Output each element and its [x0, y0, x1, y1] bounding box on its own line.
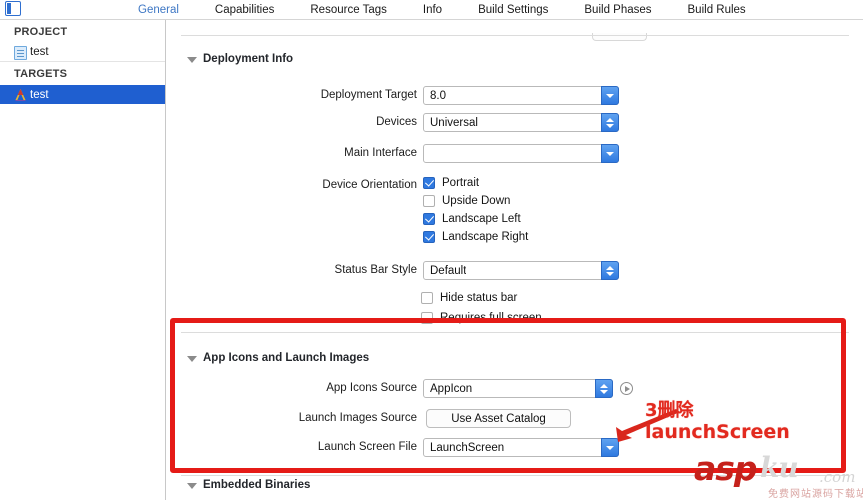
checkbox-label: Landscape Right	[442, 231, 529, 243]
label-devices: Devices	[376, 116, 417, 128]
tab-build-settings[interactable]: Build Settings	[460, 0, 566, 20]
deployment-target-field[interactable]: 8.0	[423, 86, 619, 105]
checkbox-upside-down[interactable]	[423, 195, 435, 207]
sidebar-item-target-test[interactable]: test	[0, 85, 165, 104]
label-main-interface: Main Interface	[344, 147, 417, 159]
watermark-brand-secondary: ku	[760, 451, 799, 484]
checkbox-label: Requires full screen	[440, 312, 542, 324]
chevron-down-icon[interactable]	[601, 144, 619, 163]
document-icon	[14, 46, 27, 60]
status-bar-style-value: Default	[430, 264, 467, 277]
app-target-icon	[14, 88, 27, 102]
checkbox-row-hide-status-bar[interactable]: Hide status bar	[421, 292, 517, 304]
watermark-subtitle: 免费网站源码下载站	[768, 489, 863, 500]
tab-build-phases[interactable]: Build Phases	[566, 0, 669, 20]
label-app-icons-source: App Icons Source	[326, 382, 417, 394]
launch-screen-file-value: LaunchScreen	[430, 441, 505, 454]
disclosure-triangle-deployment-info[interactable]	[187, 57, 197, 63]
section-title-app-icons: App Icons and Launch Images	[203, 352, 370, 364]
checkbox-portrait[interactable]	[423, 177, 435, 189]
main-interface-field[interactable]	[423, 144, 619, 163]
annotation-text-line1: 3删除	[645, 400, 694, 421]
label-launch-screen-file: Launch Screen File	[317, 441, 417, 453]
tab-general[interactable]: General	[120, 0, 197, 20]
app-icons-source-popup[interactable]: AppIcon	[423, 379, 613, 398]
checkbox-hide-status-bar[interactable]	[421, 292, 433, 304]
checkbox-landscape-right[interactable]	[423, 231, 435, 243]
sidebar-item-project-test[interactable]: test	[0, 43, 165, 62]
watermark-brand-primary: asp	[694, 449, 758, 488]
devices-popup[interactable]: Universal	[423, 113, 619, 132]
use-asset-catalog-button[interactable]: Use Asset Catalog	[426, 409, 571, 428]
label-launch-images-source: Launch Images Source	[298, 412, 417, 424]
sidebar-group-project: PROJECT	[14, 26, 68, 38]
checkbox-requires-full-screen[interactable]	[421, 312, 433, 324]
sidebar-group-targets: TARGETS	[14, 68, 68, 80]
annotation-text-line2: launchScreen	[645, 421, 790, 443]
checkbox-landscape-left[interactable]	[423, 213, 435, 225]
tab-info[interactable]: Info	[405, 0, 460, 20]
checkbox-row-requires-full-screen[interactable]: Requires full screen	[421, 312, 542, 324]
section-title-embedded-binaries: Embedded Binaries	[203, 479, 311, 491]
checkbox-label: Upside Down	[442, 195, 511, 207]
divider-top	[181, 35, 849, 36]
label-status-bar-style: Status Bar Style	[334, 264, 417, 276]
checkbox-row-upside-down[interactable]: Upside Down	[423, 195, 510, 207]
status-bar-style-popup[interactable]: Default	[423, 261, 619, 280]
checkbox-label: Hide status bar	[440, 292, 518, 304]
sidebar-toggle-icon[interactable]	[5, 1, 21, 16]
app-icons-source-value: AppIcon	[430, 382, 473, 395]
disclosure-triangle-embedded-binaries[interactable]	[187, 483, 197, 489]
sidebar-item-label: test	[30, 88, 49, 101]
label-device-orientation: Device Orientation	[322, 179, 417, 191]
editor-tabs: General Capabilities Resource Tags Info …	[120, 0, 764, 20]
divider-before-app-icons	[181, 332, 849, 333]
label-deployment-target: Deployment Target	[320, 89, 417, 101]
checkbox-label: Landscape Left	[442, 213, 521, 225]
devices-value: Universal	[430, 116, 478, 129]
project-navigator-sidebar: PROJECT test TARGETS test	[0, 20, 166, 500]
tab-bar: General Capabilities Resource Tags Info …	[0, 0, 863, 20]
reveal-in-asset-catalog-button[interactable]	[620, 382, 633, 395]
checkbox-row-landscape-right[interactable]: Landscape Right	[423, 231, 528, 243]
section-title-deployment-info: Deployment Info	[203, 53, 294, 65]
disclosure-triangle-app-icons[interactable]	[187, 356, 197, 362]
chevron-up-down-icon[interactable]	[595, 379, 613, 398]
watermark-tld: .com	[819, 468, 856, 486]
chevron-down-icon[interactable]	[601, 86, 619, 105]
chevron-up-down-icon[interactable]	[601, 113, 619, 132]
checkbox-row-portrait[interactable]: Portrait	[423, 177, 479, 189]
chevron-up-down-icon[interactable]	[601, 261, 619, 280]
checkbox-row-landscape-left[interactable]: Landscape Left	[423, 213, 521, 225]
tab-resource-tags[interactable]: Resource Tags	[292, 0, 405, 20]
xcode-project-editor: General Capabilities Resource Tags Info …	[0, 0, 863, 500]
checkbox-label: Portrait	[442, 177, 480, 189]
deployment-target-value: 8.0	[430, 89, 446, 102]
launch-screen-file-field[interactable]: LaunchScreen	[423, 438, 619, 457]
sidebar-item-label: test	[30, 46, 49, 58]
tab-build-rules[interactable]: Build Rules	[670, 0, 764, 20]
tab-capabilities[interactable]: Capabilities	[197, 0, 292, 20]
